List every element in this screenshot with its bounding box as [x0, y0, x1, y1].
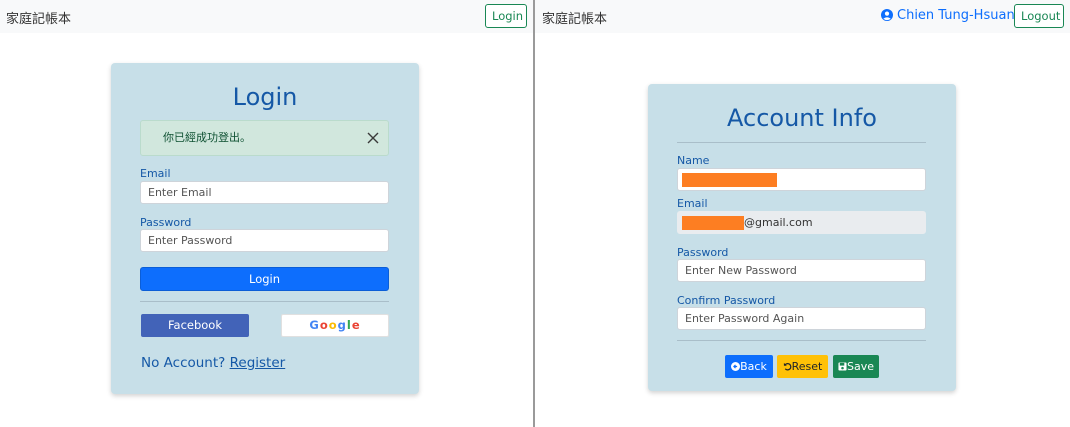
logout-success-alert: 你已經成功登出。: [140, 120, 389, 156]
login-button[interactable]: Login: [140, 267, 389, 291]
undo-icon: [783, 362, 791, 371]
email-suffix: @gmail.com: [744, 216, 813, 229]
login-card: Login 你已經成功登出。 Email Enter Email Passwor…: [111, 63, 419, 394]
brand-title[interactable]: 家庭記帳本: [542, 8, 607, 27]
redacted-email: [682, 216, 744, 230]
back-button[interactable]: Back: [725, 355, 773, 378]
close-icon[interactable]: [366, 131, 380, 145]
reset-label: Reset: [791, 360, 823, 373]
brand-title[interactable]: 家庭記帳本: [6, 8, 71, 27]
name-label: Name: [677, 154, 710, 167]
login-nav-button[interactable]: Login: [485, 4, 527, 28]
alert-message: 你已經成功登出。: [163, 131, 251, 144]
user-name: Chien Tung-Hsuan: [897, 8, 1015, 23]
user-menu[interactable]: Chien Tung-Hsuan: [881, 8, 1015, 23]
navbar: 家庭記帳本 Login: [0, 0, 533, 33]
google-letter: o: [319, 318, 329, 332]
floppy-disk-icon: [838, 362, 847, 371]
no-account-text: No Account?: [141, 355, 226, 371]
email-label: Email: [677, 197, 708, 210]
google-letter: e: [351, 318, 361, 332]
new-password-input[interactable]: Enter New Password: [677, 259, 926, 282]
logout-button[interactable]: Logout: [1014, 4, 1064, 28]
email-field-readonly: @gmail.com: [677, 211, 926, 234]
login-window: 家庭記帳本 Login Login 你已經成功登出。 Email Enter E…: [0, 0, 533, 427]
actions-divider: [677, 340, 926, 341]
register-link[interactable]: Register: [230, 355, 286, 371]
save-button[interactable]: Save: [833, 355, 879, 378]
title-divider: [677, 142, 926, 143]
navbar: 家庭記帳本 Chien Tung-Hsuan Logout: [535, 0, 1070, 33]
password-label: Password: [140, 216, 192, 229]
password-label: Password: [677, 246, 729, 259]
no-account-prompt: No Account? Register: [141, 355, 285, 371]
arrow-left-circle-icon: [731, 362, 741, 371]
divider: [140, 301, 389, 302]
card-title: Login: [232, 83, 298, 111]
redacted-name: [682, 173, 777, 187]
user-circle-icon: [881, 9, 893, 21]
password-input[interactable]: Enter Password: [140, 229, 389, 252]
card-title: Account Info: [727, 104, 877, 132]
back-label: Back: [740, 360, 767, 373]
facebook-login-button[interactable]: Facebook: [141, 314, 249, 337]
google-letter: o: [328, 318, 338, 332]
name-input[interactable]: [677, 168, 926, 191]
google-letter: g: [337, 318, 347, 332]
google-logo-text: Google: [309, 318, 360, 332]
email-label: Email: [140, 167, 171, 180]
account-window: 家庭記帳本 Chien Tung-Hsuan Logout Account In…: [535, 0, 1070, 427]
account-info-card: Account Info Name Email @gmail.com Passw…: [648, 84, 956, 391]
email-input[interactable]: Enter Email: [140, 181, 389, 204]
google-letter: G: [309, 318, 320, 332]
confirm-password-label: Confirm Password: [677, 294, 776, 307]
confirm-password-input[interactable]: Enter Password Again: [677, 307, 926, 330]
reset-button[interactable]: Reset: [777, 355, 828, 378]
save-label: Save: [846, 360, 874, 373]
google-login-button[interactable]: Google: [281, 314, 389, 337]
